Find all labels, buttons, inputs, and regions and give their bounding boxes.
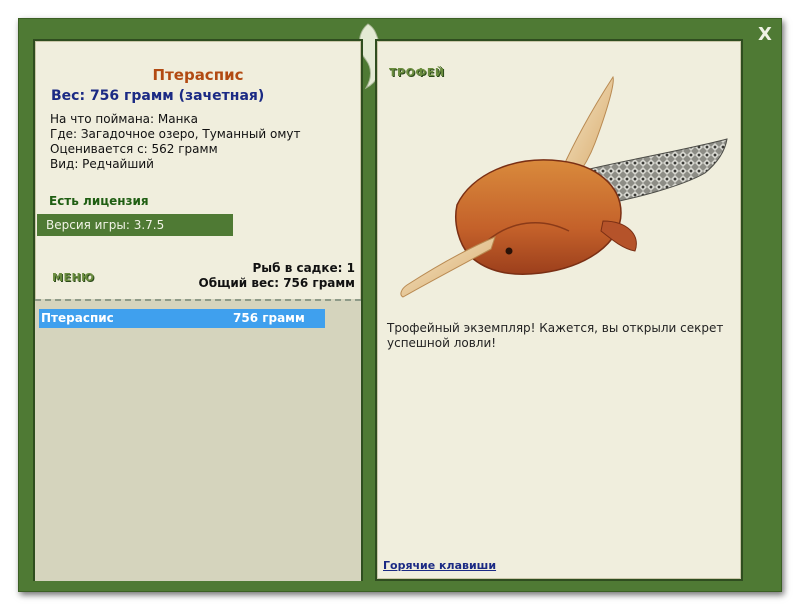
pteraspis-fish-image: [400, 75, 728, 298]
fish-bait: На что поймана: Манка: [50, 112, 199, 126]
fish-info-panel: Птераспис Вес: 756 грамм (зачетная) На ч…: [33, 39, 363, 581]
fish-location: Где: Загадочное озеро, Туманный омут: [50, 127, 301, 141]
menu-button[interactable]: МЕНЮ: [52, 271, 95, 284]
close-icon[interactable]: X: [754, 24, 776, 46]
list-item[interactable]: Птераспис 756 грамм: [39, 309, 325, 328]
list-item-name: Птераспис: [41, 311, 114, 325]
game-version-bar: Версия игры: 3.7.5: [37, 214, 233, 236]
fish-weight: Вес: 756 грамм (зачетная): [51, 88, 265, 104]
catch-list: Птераспис 756 грамм: [35, 299, 361, 581]
fish-name: Птераспис: [152, 66, 244, 84]
trophy-panel: ТРОФЕЙ Трофейный экземпляр! Кажется, вы …: [375, 39, 743, 581]
keepnet-stats: Рыб в садке: 1 Общий вес: 756 грамм: [199, 261, 355, 291]
fish-kind: Вид: Редчайший: [50, 157, 154, 171]
hotkeys-link[interactable]: Горячие клавиши: [383, 559, 496, 572]
fish-rated-from: Оценивается с: 562 грамм: [50, 142, 218, 156]
trophy-description: Трофейный экземпляр! Кажется, вы открыли…: [387, 321, 724, 350]
fish-count: Рыб в садке: 1: [252, 261, 356, 275]
license-status: Есть лицензия: [49, 194, 149, 208]
total-weight: Общий вес: 756 грамм: [198, 276, 355, 290]
list-item-weight: 756 грамм: [233, 311, 305, 325]
